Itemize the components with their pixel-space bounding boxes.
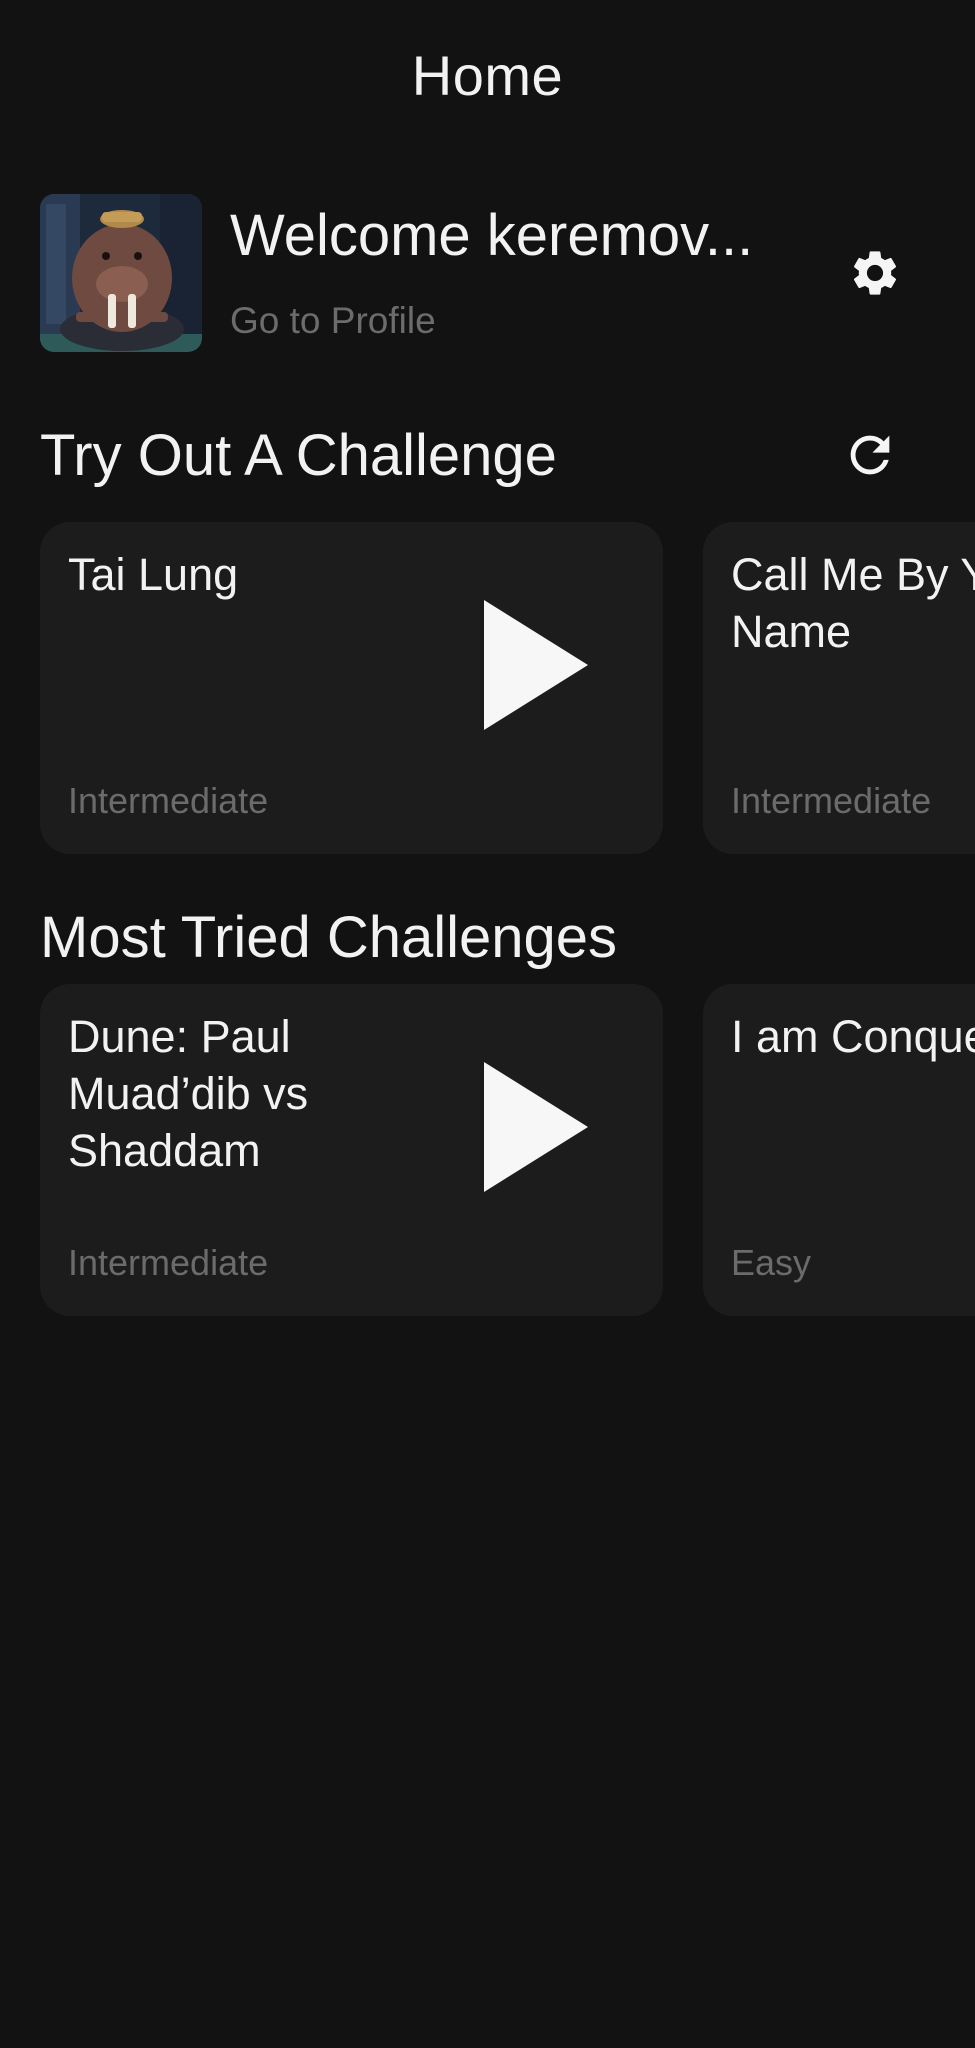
challenge-level: Intermediate: [68, 780, 269, 821]
refresh-button[interactable]: [835, 420, 905, 490]
most-tried-section-title: Most Tried Challenges: [40, 905, 618, 970]
challenge-level: Intermediate: [68, 1242, 269, 1283]
play-icon[interactable]: [484, 600, 588, 730]
challenge-title: I am Conquest: [731, 1011, 975, 1062]
challenge-card[interactable]: Call Me By Your Name Intermediate: [703, 522, 975, 854]
try-out-carousel[interactable]: Tai Lung Intermediate Call Me By Your Na…: [40, 522, 975, 857]
challenge-card[interactable]: Tai Lung Intermediate: [40, 522, 663, 854]
top-app-bar: Home: [0, 0, 975, 150]
refresh-icon: [850, 435, 890, 475]
challenge-title: Dune: Paul Muad’dib vs Shaddam: [68, 1011, 309, 1176]
play-icon[interactable]: [484, 1062, 588, 1192]
most-tried-carousel[interactable]: Dune: Paul Muad’dib vs Shaddam Intermedi…: [40, 984, 975, 1319]
profile-row: Welcome keremov... Go to Profile: [40, 194, 960, 354]
challenge-title: Call Me By Your Name: [731, 549, 975, 657]
gear-icon: [853, 251, 897, 295]
challenge-title: Tai Lung: [68, 549, 239, 600]
try-out-section-title: Try Out A Challenge: [40, 423, 557, 488]
challenge-level: Intermediate: [731, 780, 932, 821]
challenge-level: Easy: [731, 1242, 812, 1283]
challenge-card[interactable]: Dune: Paul Muad’dib vs Shaddam Intermedi…: [40, 984, 663, 1316]
page-title: Home: [411, 43, 564, 107]
welcome-text: Welcome keremov...: [230, 203, 754, 268]
avatar[interactable]: [40, 194, 202, 352]
walrus-avatar-icon: [40, 194, 202, 352]
challenge-card[interactable]: I am Conquest Easy: [703, 984, 975, 1316]
go-to-profile-link[interactable]: Go to Profile: [230, 300, 436, 342]
settings-button[interactable]: [840, 238, 910, 308]
